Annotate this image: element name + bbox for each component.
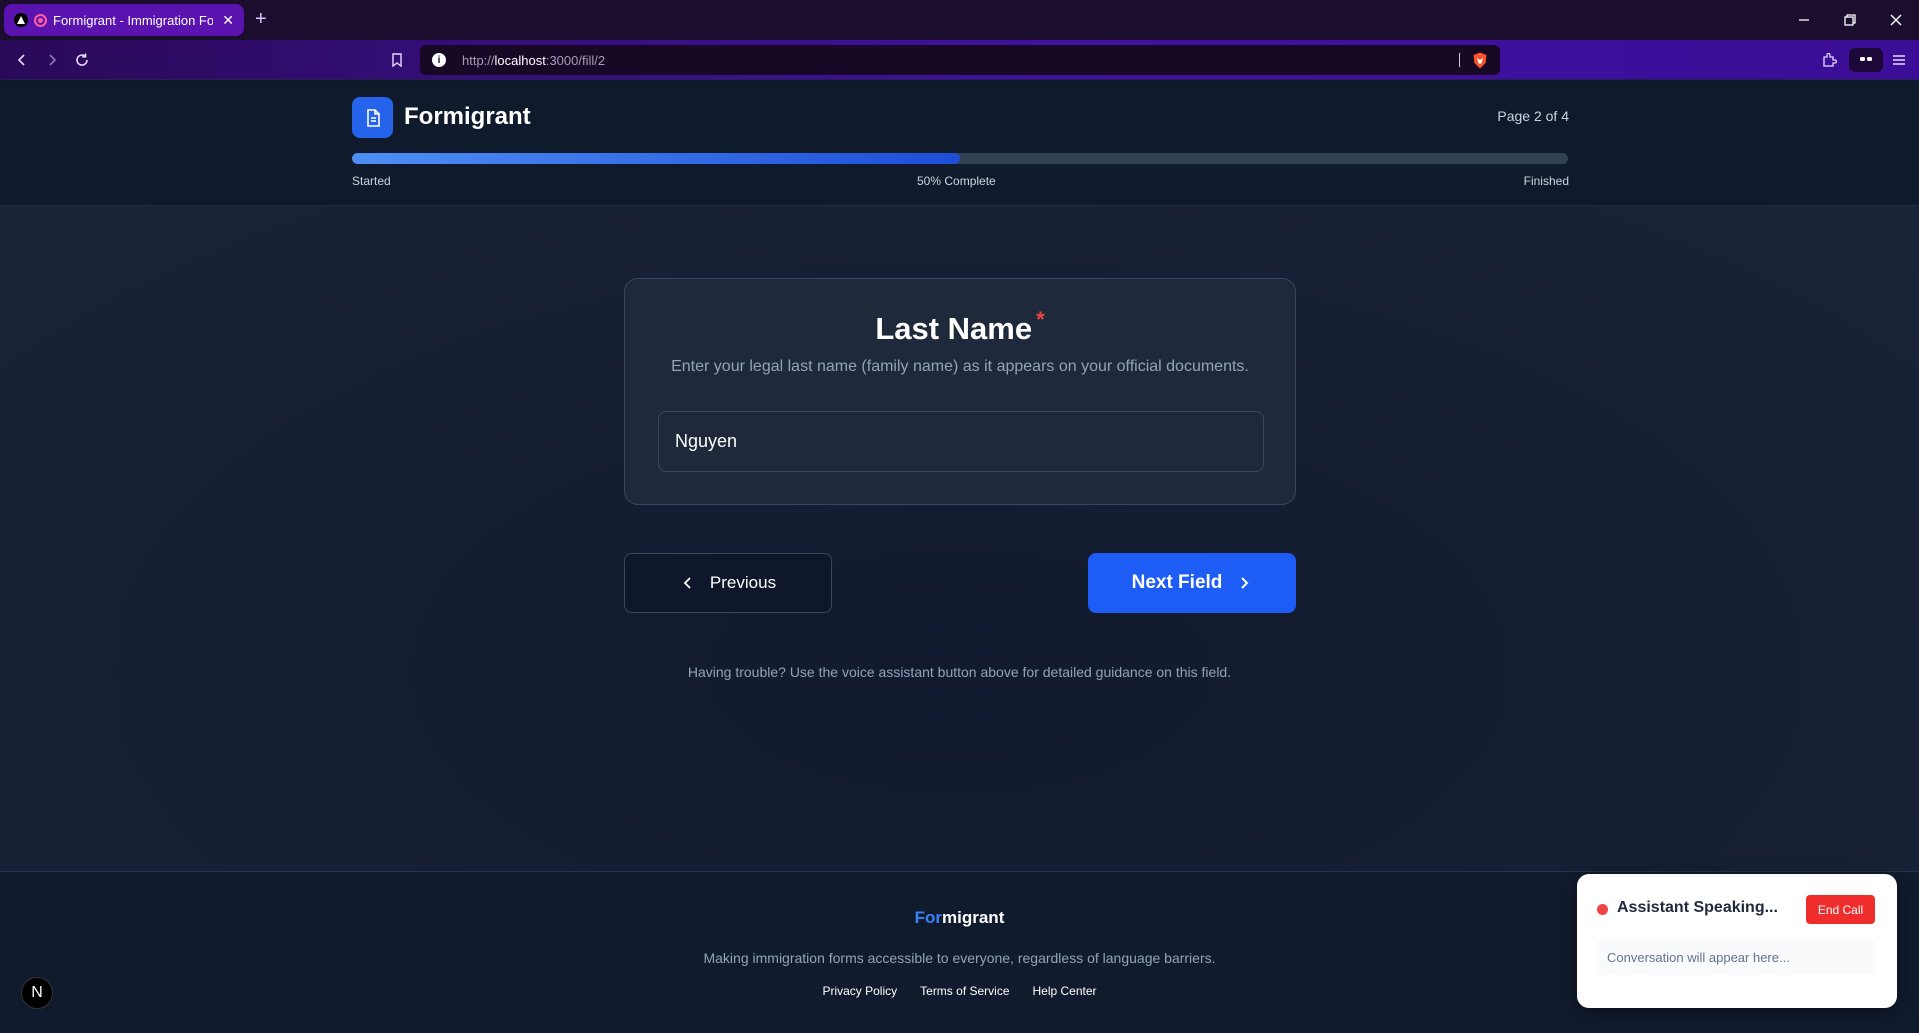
- field-card: Last Name * Enter your legal last name (f…: [624, 278, 1296, 505]
- forward-icon[interactable]: [40, 48, 64, 72]
- extensions-icon[interactable]: [1817, 48, 1841, 72]
- next-label: Next Field: [1131, 572, 1223, 593]
- site-info-icon[interactable]: i: [432, 53, 446, 67]
- voice-assistant-panel: Assistant Speaking... End Call Conversat…: [1577, 874, 1897, 1008]
- menu-icon[interactable]: [1887, 48, 1911, 72]
- progress-fill: [352, 153, 960, 164]
- previous-button[interactable]: Previous: [624, 553, 832, 613]
- close-window-icon[interactable]: [1873, 0, 1919, 40]
- url-divider: [1459, 53, 1460, 67]
- progress-bar: [352, 153, 1568, 164]
- wallet-icon[interactable]: [1849, 48, 1883, 72]
- bookmark-icon[interactable]: [385, 48, 409, 72]
- app-header: Formigrant Page 2 of 4 Started 50% Compl…: [0, 81, 1919, 206]
- help-hint: Having trouble? Use the voice assistant …: [687, 664, 1232, 680]
- progress-end-label: Finished: [1523, 174, 1569, 188]
- address-bar[interactable]: i http://localhost:3000/fill/2: [420, 45, 1500, 75]
- page-indicator: Page 2 of 4: [1497, 108, 1569, 124]
- nextjs-dev-badge[interactable]: N: [21, 977, 53, 1009]
- speaking-indicator-icon: [1597, 904, 1608, 915]
- conversation-area: Conversation will appear here...: [1597, 940, 1875, 975]
- restore-icon[interactable]: [1827, 0, 1873, 40]
- help-center-link[interactable]: Help Center: [1033, 984, 1097, 998]
- progress-percent-label: 50% Complete: [917, 174, 996, 188]
- new-tab-button[interactable]: +: [255, 8, 267, 31]
- brave-shield-icon[interactable]: [1472, 52, 1488, 69]
- next-field-button[interactable]: Next Field: [1088, 553, 1296, 613]
- document-icon: [352, 97, 393, 138]
- recording-icon: [34, 13, 47, 27]
- tab-title: Formigrant - Immigration For: [53, 12, 213, 28]
- privacy-policy-link[interactable]: Privacy Policy: [822, 984, 897, 998]
- browser-toolbar: i http://localhost:3000/fill/2: [0, 40, 1919, 80]
- previous-label: Previous: [709, 573, 777, 592]
- last-name-input[interactable]: [658, 411, 1264, 472]
- browser-tab-bar: Formigrant - Immigration For ✕ +: [0, 0, 1919, 40]
- reload-icon[interactable]: [70, 48, 94, 72]
- main-content: Last Name * Enter your legal last name (f…: [0, 206, 1919, 871]
- chevron-left-icon: [683, 577, 691, 589]
- back-icon[interactable]: [10, 48, 34, 72]
- url-text: http://localhost:3000/fill/2: [462, 52, 606, 68]
- minimize-icon[interactable]: [1781, 0, 1827, 40]
- chevron-right-icon: [1241, 577, 1249, 589]
- field-title: Last Name *: [875, 307, 1045, 346]
- app-logo-text[interactable]: Formigrant: [404, 103, 531, 131]
- terms-of-service-link[interactable]: Terms of Service: [920, 984, 1009, 998]
- progress-start-label: Started: [352, 174, 391, 188]
- assistant-status: Assistant Speaking...: [1617, 899, 1778, 916]
- field-description: Enter your legal last name (family name)…: [671, 358, 1249, 375]
- tab-close-icon[interactable]: ✕: [222, 12, 234, 29]
- browser-tab[interactable]: Formigrant - Immigration For ✕: [4, 4, 244, 36]
- required-marker: *: [1036, 307, 1045, 332]
- app-favicon-icon: [14, 13, 28, 27]
- end-call-button[interactable]: End Call: [1806, 895, 1875, 924]
